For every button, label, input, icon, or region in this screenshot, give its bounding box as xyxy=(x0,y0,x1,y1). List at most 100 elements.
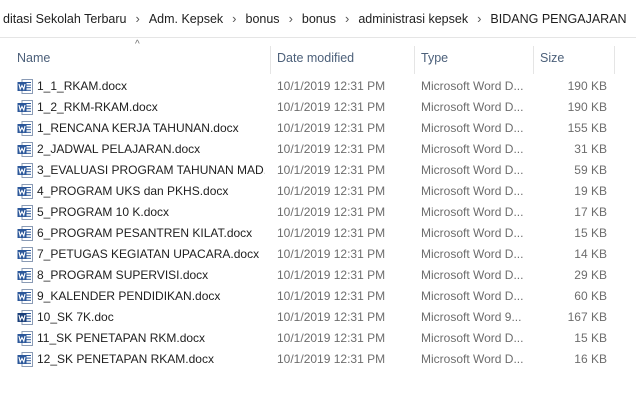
breadcrumb-item[interactable]: BIDANG PENGAJARAN xyxy=(487,12,629,26)
file-size: 19 KB xyxy=(574,184,607,198)
file-type: Microsoft Word D... xyxy=(421,205,524,219)
file-date-modified: 10/1/2019 12:31 PM xyxy=(277,247,386,261)
file-row[interactable]: 9_KALENDER PENDIDIKAN.docx 10/1/2019 12:3… xyxy=(0,286,636,307)
word-docx-icon xyxy=(17,289,33,304)
column-header-size-label: Size xyxy=(540,51,565,65)
column-header-date-label: Date modified xyxy=(277,51,355,65)
file-type: Microsoft Word D... xyxy=(421,142,524,156)
file-row[interactable]: 3_EVALUASI PROGRAM TAHUNAN MAD... 10/1/20… xyxy=(0,160,636,181)
breadcrumb-item[interactable]: ditasi Sekolah Terbaru xyxy=(0,12,129,26)
column-header-name[interactable]: Name xyxy=(12,38,270,78)
file-date-modified: 10/1/2019 12:31 PM xyxy=(277,163,386,177)
file-size: 190 KB xyxy=(567,100,607,114)
file-name: 12_SK PENETAPAN RKAM.docx xyxy=(37,352,214,366)
file-type: Microsoft Word D... xyxy=(421,79,524,93)
file-name: 1_RENCANA KERJA TAHUNAN.docx xyxy=(37,121,239,135)
file-row[interactable]: 11_SK PENETAPAN RKM.docx 10/1/2019 12:31 … xyxy=(0,328,636,349)
file-date-modified: 10/1/2019 12:31 PM xyxy=(277,121,386,135)
word-docx-icon xyxy=(17,247,33,262)
file-type: Microsoft Word D... xyxy=(421,331,524,345)
breadcrumb-separator-icon[interactable]: › xyxy=(283,11,299,26)
file-row[interactable]: 8_PROGRAM SUPERVISI.docx 10/1/2019 12:31 … xyxy=(0,265,636,286)
file-row[interactable]: 6_PROGRAM PESANTREN KILAT.docx 10/1/2019 … xyxy=(0,223,636,244)
file-row[interactable]: 10_SK 7K.doc 10/1/2019 12:31 PM Microsoft … xyxy=(0,307,636,328)
file-row[interactable]: 1_2_RKM-RKAM.docx 10/1/2019 12:31 PM Micro… xyxy=(0,97,636,118)
column-divider[interactable] xyxy=(414,46,415,74)
file-name: 7_PETUGAS KEGIATAN UPACARA.docx xyxy=(37,247,260,261)
file-date-modified: 10/1/2019 12:31 PM xyxy=(277,331,386,345)
file-name: 2_JADWAL PELAJARAN.docx xyxy=(37,142,201,156)
breadcrumb-item[interactable]: Adm. Kepsek xyxy=(146,12,226,26)
column-header-size[interactable]: Size xyxy=(535,38,615,78)
file-type: Microsoft Word D... xyxy=(421,247,524,261)
file-type: Microsoft Word D... xyxy=(421,163,524,177)
file-row[interactable]: 4_PROGRAM UKS dan PKHS.docx 10/1/2019 12:… xyxy=(0,181,636,202)
file-type: Microsoft Word D... xyxy=(421,121,524,135)
file-date-modified: 10/1/2019 12:31 PM xyxy=(277,142,386,156)
file-type: Microsoft Word D... xyxy=(421,184,524,198)
file-date-modified: 10/1/2019 12:31 PM xyxy=(277,226,386,240)
file-size: 167 KB xyxy=(567,310,607,324)
file-size: 15 KB xyxy=(574,226,607,240)
file-date-modified: 10/1/2019 12:31 PM xyxy=(277,289,386,303)
file-name: 11_SK PENETAPAN RKM.docx xyxy=(37,331,206,345)
file-type: Microsoft Word 9... xyxy=(421,310,522,324)
file-row[interactable]: 7_PETUGAS KEGIATAN UPACARA.docx 10/1/2019… xyxy=(0,244,636,265)
file-size: 155 KB xyxy=(567,121,607,135)
file-date-modified: 10/1/2019 12:31 PM xyxy=(277,205,386,219)
file-date-modified: 10/1/2019 12:31 PM xyxy=(277,310,386,324)
file-type: Microsoft Word D... xyxy=(421,226,524,240)
file-name: 3_EVALUASI PROGRAM TAHUNAN MAD... xyxy=(37,163,265,177)
breadcrumb-separator-icon[interactable]: › xyxy=(471,11,487,26)
file-size: 29 KB xyxy=(574,268,607,282)
file-type: Microsoft Word D... xyxy=(421,352,524,366)
file-date-modified: 10/1/2019 12:31 PM xyxy=(277,100,386,114)
breadcrumb-item[interactable]: bonus xyxy=(243,12,283,26)
column-divider[interactable] xyxy=(533,46,534,74)
breadcrumb-separator-icon[interactable]: › xyxy=(339,11,355,26)
file-size: 17 KB xyxy=(574,205,607,219)
breadcrumb-item[interactable]: bonus xyxy=(299,12,339,26)
file-size: 190 KB xyxy=(567,79,607,93)
file-row[interactable]: 1_RENCANA KERJA TAHUNAN.docx 10/1/2019 12… xyxy=(0,118,636,139)
file-name: 6_PROGRAM PESANTREN KILAT.docx xyxy=(37,226,253,240)
file-row[interactable]: 12_SK PENETAPAN RKAM.docx 10/1/2019 12:31… xyxy=(0,349,636,370)
file-size: 16 KB xyxy=(574,352,607,366)
file-date-modified: 10/1/2019 12:31 PM xyxy=(277,352,386,366)
word-docx-icon xyxy=(17,331,33,346)
breadcrumb-item[interactable]: administrasi kepsek xyxy=(355,12,471,26)
breadcrumb-separator-icon[interactable]: › xyxy=(226,11,242,26)
file-row[interactable]: 1_1_RKAM.docx 10/1/2019 12:31 PM Microsoft… xyxy=(0,76,636,97)
column-header-type-label: Type xyxy=(421,51,449,65)
column-header-date[interactable]: Date modified xyxy=(272,38,414,78)
file-name: 9_KALENDER PENDIDIKAN.docx xyxy=(37,289,221,303)
file-type: Microsoft Word D... xyxy=(421,289,524,303)
word-docx-icon xyxy=(17,205,33,220)
file-name: 5_PROGRAM 10 K.docx xyxy=(37,205,170,219)
word-doc-icon xyxy=(17,310,33,325)
word-docx-icon xyxy=(17,268,33,283)
word-docx-icon xyxy=(17,121,33,136)
file-name: 10_SK 7K.doc xyxy=(37,310,114,324)
file-name: 8_PROGRAM SUPERVISI.docx xyxy=(37,268,209,282)
breadcrumb-separator-icon[interactable]: › xyxy=(129,11,145,26)
word-docx-icon xyxy=(17,226,33,241)
file-list: 1_1_RKAM.docx 10/1/2019 12:31 PM Microsoft… xyxy=(0,76,636,370)
file-size: 14 KB xyxy=(574,247,607,261)
file-size: 15 KB xyxy=(574,331,607,345)
file-date-modified: 10/1/2019 12:31 PM xyxy=(277,79,386,93)
word-docx-icon xyxy=(17,79,33,94)
column-header-type[interactable]: Type xyxy=(416,38,533,78)
file-size: 31 KB xyxy=(574,142,607,156)
breadcrumb: ditasi Sekolah Terbaru › Adm. Kepsek › bonus… xyxy=(0,0,636,38)
word-docx-icon xyxy=(17,142,33,157)
file-size: 60 KB xyxy=(574,289,607,303)
column-divider[interactable] xyxy=(270,46,271,74)
word-docx-icon xyxy=(17,184,33,199)
word-docx-icon xyxy=(17,352,33,367)
file-name: 1_1_RKAM.docx xyxy=(37,79,128,93)
file-row[interactable]: 5_PROGRAM 10 K.docx 10/1/2019 12:31 PM Mic… xyxy=(0,202,636,223)
file-date-modified: 10/1/2019 12:31 PM xyxy=(277,268,386,282)
file-row[interactable]: 2_JADWAL PELAJARAN.docx 10/1/2019 12:31 P… xyxy=(0,139,636,160)
column-divider[interactable] xyxy=(614,46,615,74)
